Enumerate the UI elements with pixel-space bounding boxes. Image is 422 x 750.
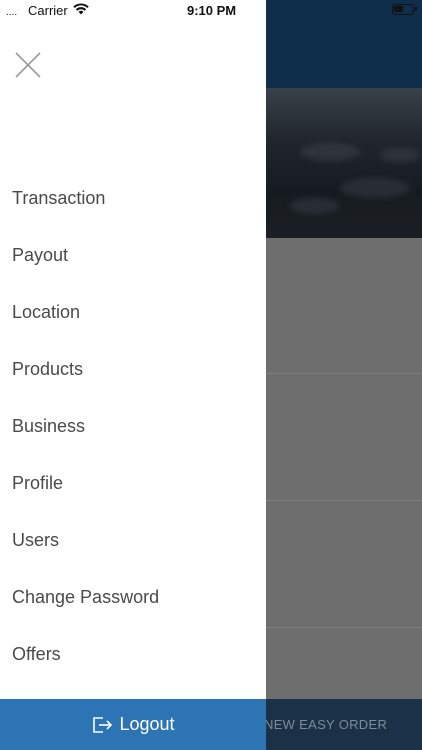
menu-item-change-password[interactable]: Change Password: [0, 569, 266, 626]
menu-item-profile[interactable]: Profile: [0, 455, 266, 512]
menu-item-business[interactable]: Business: [0, 398, 266, 455]
side-drawer: .... Carrier 9:10 PM Transaction Payout …: [0, 0, 266, 750]
close-icon: [15, 52, 41, 78]
carrier-label: Carrier: [28, 3, 68, 18]
logout-button[interactable]: Logout: [0, 699, 266, 750]
menu-item-products[interactable]: Products: [0, 341, 266, 398]
signal-icon: ....: [6, 7, 18, 18]
logout-label: Logout: [119, 714, 175, 734]
status-time: 9:10 PM: [187, 3, 237, 18]
logout-icon: [91, 715, 113, 735]
menu-item-location[interactable]: Location: [0, 284, 266, 341]
status-bar: .... Carrier 9:10 PM: [0, 0, 266, 22]
menu-item-payout[interactable]: Payout: [0, 227, 266, 284]
battery-icon: [392, 4, 417, 15]
menu-item-transaction[interactable]: Transaction: [0, 170, 266, 227]
menu-item-users[interactable]: Users: [0, 512, 266, 569]
wifi-icon: [73, 3, 89, 15]
menu-item-offers[interactable]: Offers: [0, 626, 266, 683]
close-button[interactable]: [13, 50, 43, 80]
new-easy-order-label: NEW EASY ORDER: [264, 717, 388, 732]
